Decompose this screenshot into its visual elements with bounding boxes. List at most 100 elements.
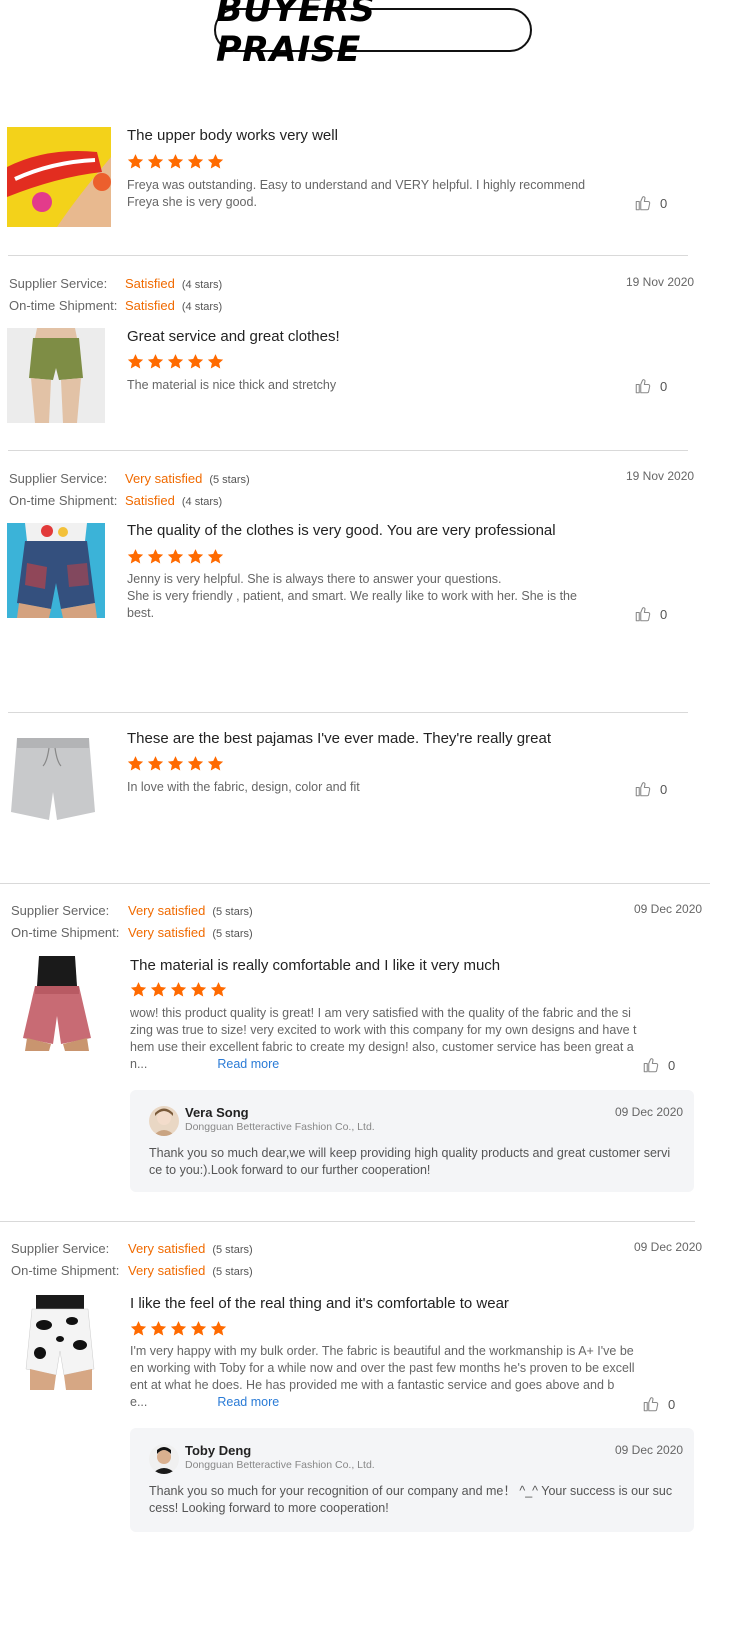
star-icon (147, 756, 164, 771)
review-text: The material is nice thick and stretchy (127, 378, 337, 392)
star-icon (127, 154, 144, 169)
on-time-shipment-label: On-time Shipment: (11, 925, 120, 940)
star-icon (187, 549, 204, 564)
like-button[interactable]: 0 (642, 1056, 675, 1074)
divider (0, 1221, 695, 1222)
thumbs-up-icon (642, 1056, 660, 1074)
review-title: These are the best pajamas I've ever mad… (127, 730, 551, 747)
divider (8, 255, 688, 256)
reply-author: Vera Song (185, 1105, 249, 1120)
supplier-service-label: Supplier Service: (11, 1241, 110, 1256)
product-thumbnail[interactable] (7, 328, 105, 423)
star-icon (207, 354, 224, 369)
on-time-shipment-value: Very satisfied (5 stars) (128, 925, 253, 940)
thumbs-up-icon (634, 605, 652, 623)
olive-bike-shorts-image (7, 328, 105, 423)
star-icon (190, 1321, 207, 1336)
star-rating (127, 353, 224, 370)
like-count: 0 (660, 378, 668, 394)
star-rating (130, 1320, 227, 1337)
star-icon (167, 549, 184, 564)
star-icon (167, 354, 184, 369)
starburst-shorts-image (7, 127, 111, 227)
review-title: The upper body works very well (127, 127, 338, 144)
thumbs-up-icon (634, 194, 652, 212)
product-thumbnail[interactable] (9, 732, 97, 828)
like-button[interactable]: 0 (634, 605, 667, 623)
star-icon (130, 1321, 147, 1336)
review-title: Great service and great clothes! (127, 328, 340, 345)
seller-reply: Toby Deng Dongguan Betteractive Fashion … (130, 1428, 694, 1532)
star-icon (210, 1321, 227, 1336)
on-time-shipment-label: On-time Shipment: (9, 298, 118, 313)
on-time-shipment-label: On-time Shipment: (9, 493, 118, 508)
product-thumbnail[interactable] (9, 956, 104, 1051)
star-rating (127, 548, 224, 565)
page-title: BUYERS PRAISE (216, 0, 376, 70)
star-icon (167, 756, 184, 771)
star-icon (190, 982, 207, 997)
review-date: 19 Nov 2020 (626, 469, 695, 483)
like-button[interactable]: 0 (634, 194, 667, 212)
thumbs-up-icon (634, 780, 652, 798)
like-button[interactable]: 0 (634, 780, 667, 798)
seller-reply: Vera Song Dongguan Betteractive Fashion … (130, 1090, 694, 1192)
on-time-shipment-value: Very satisfied (5 stars) (128, 1263, 253, 1278)
on-time-shipment-label: On-time Shipment: (11, 1263, 120, 1278)
reply-date: 09 Dec 2020 (615, 1443, 684, 1457)
cow-print-shorts-image (22, 1295, 98, 1390)
like-count: 0 (668, 1057, 676, 1073)
star-rating (127, 755, 224, 772)
reply-text: Thank you so much for your recognition o… (149, 1484, 673, 1515)
like-button[interactable]: 0 (642, 1395, 675, 1413)
review-date: 09 Dec 2020 (634, 1240, 703, 1254)
on-time-shipment-value: Satisfied (4 stars) (125, 298, 223, 313)
thumbs-up-icon (634, 377, 652, 395)
star-icon (147, 354, 164, 369)
star-icon (167, 154, 184, 169)
reply-author: Toby Deng (185, 1443, 252, 1458)
review-title: I like the feel of the real thing and it… (130, 1295, 509, 1312)
divider (0, 883, 710, 884)
divider (8, 450, 688, 451)
star-icon (127, 549, 144, 564)
supplier-service-value: Very satisfied (5 stars) (128, 1241, 253, 1256)
star-icon (127, 756, 144, 771)
supplier-service-label: Supplier Service: (11, 903, 110, 918)
read-more-link[interactable]: Read more (217, 1395, 279, 1409)
review-date: 09 Dec 2020 (634, 902, 703, 916)
product-thumbnail[interactable] (7, 127, 111, 227)
grey-pajama-shorts-image (9, 732, 97, 828)
product-thumbnail[interactable] (22, 1295, 98, 1390)
star-icon (147, 549, 164, 564)
review-text: Freya was outstanding. Easy to understan… (127, 178, 586, 209)
pink-shorts-image (9, 956, 104, 1051)
read-more-link[interactable]: Read more (217, 1057, 279, 1071)
reply-company: Dongguan Betteractive Fashion Co., Ltd. (185, 1459, 375, 1471)
buyers-praise-banner: BUYERS PRAISE (214, 0, 532, 70)
avatar (149, 1106, 179, 1136)
star-icon (187, 154, 204, 169)
like-count: 0 (660, 781, 668, 797)
star-icon (207, 756, 224, 771)
star-icon (170, 1321, 187, 1336)
supplier-service-label: Supplier Service: (9, 276, 108, 291)
star-icon (130, 982, 147, 997)
divider (8, 712, 688, 713)
reply-company: Dongguan Betteractive Fashion Co., Ltd. (185, 1121, 375, 1133)
like-button[interactable]: 0 (634, 377, 667, 395)
star-icon (147, 154, 164, 169)
star-icon (187, 756, 204, 771)
avatar (149, 1444, 179, 1474)
thumbs-up-icon (642, 1395, 660, 1413)
review-text: Jenny is very helpful. She is always the… (127, 572, 577, 620)
star-icon (210, 982, 227, 997)
star-icon (207, 549, 224, 564)
review-text: I'm very happy with my bulk order. The f… (130, 1344, 635, 1409)
supplier-service-value: Satisfied (4 stars) (125, 276, 223, 291)
product-thumbnail[interactable] (7, 523, 105, 618)
review-title: The quality of the clothes is very good.… (127, 522, 556, 539)
denim-shorts-image (7, 523, 105, 618)
star-icon (187, 354, 204, 369)
star-rating (130, 981, 227, 998)
